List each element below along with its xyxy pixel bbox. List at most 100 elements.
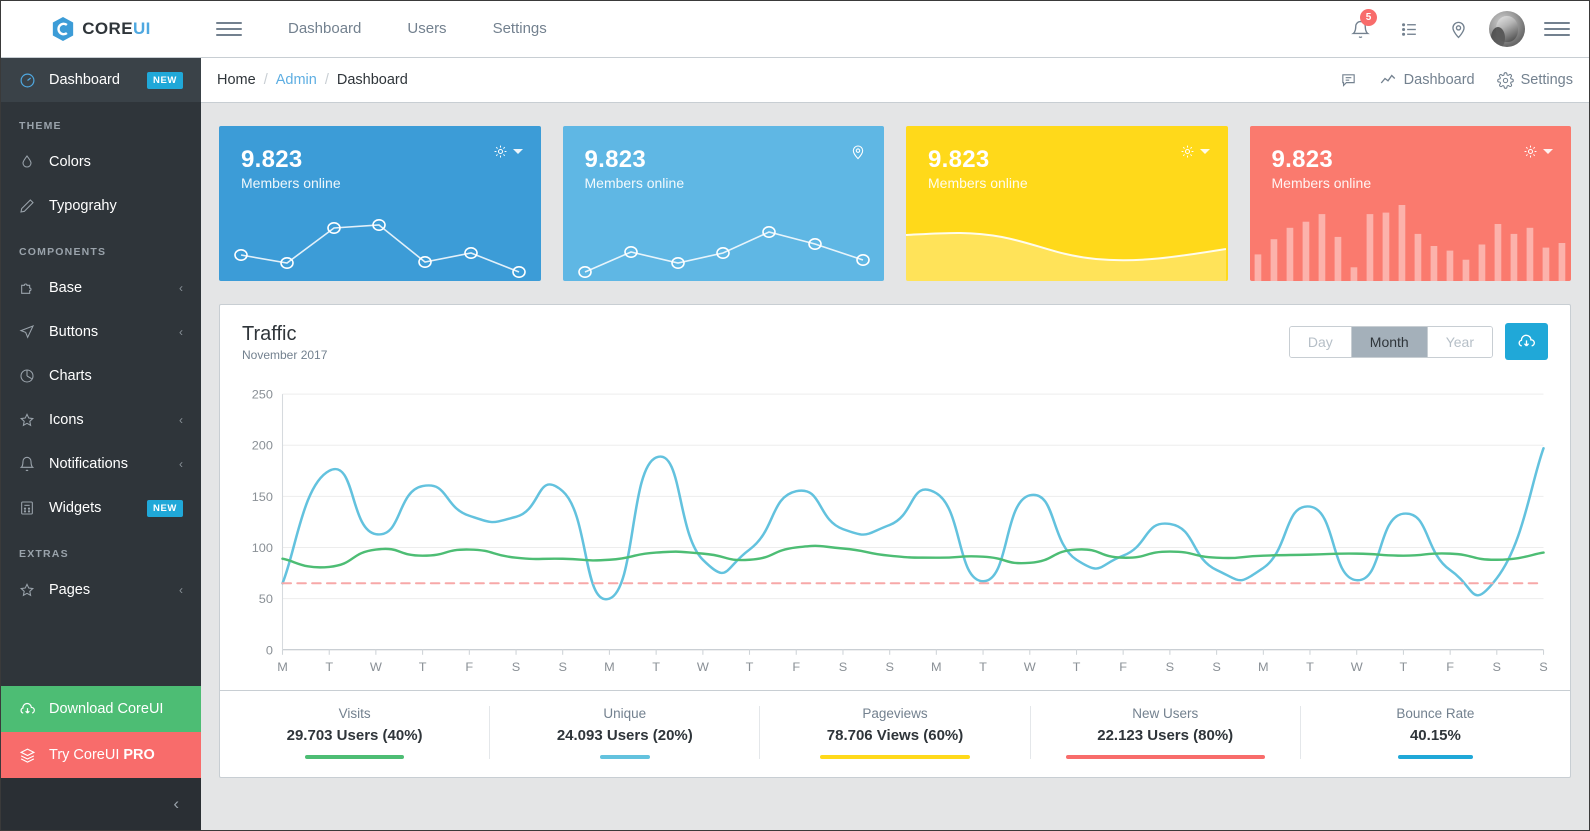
topnav-item-dashboard[interactable]: Dashboard [265, 1, 384, 57]
svg-text:T: T [1073, 660, 1081, 674]
svg-text:T: T [746, 660, 754, 674]
card-settings-dropdown[interactable] [1180, 144, 1210, 159]
card-location-button[interactable] [850, 144, 866, 160]
comment-action-button[interactable] [1340, 72, 1357, 89]
try-coreui-pro-button[interactable]: Try CoreUI PRO [1, 732, 201, 778]
traffic-stat-unique: Unique 24.093 Users (20%) [489, 706, 759, 759]
sidebar-item-charts[interactable]: Charts [1, 354, 201, 398]
chevron-down-icon [1199, 149, 1210, 154]
gear-icon [494, 145, 506, 158]
stat-progress-bar [820, 755, 970, 759]
svg-text:F: F [1119, 660, 1127, 674]
traffic-chart-svg: 0 50 100 150 200 250 M T W T F S S M T W T F S S M T W T F S S M T W T… [252, 388, 1548, 674]
app-root: COREUI Dashboard Users Settings 5 Dashbo… [0, 0, 1590, 831]
location-pin-icon [852, 145, 864, 160]
sidebar-item-colors[interactable]: Colors [1, 140, 201, 184]
sidebar-item-typography[interactable]: Typograhy [1, 184, 201, 228]
stat-value: 9.823 [584, 146, 647, 173]
aside-toggle-button[interactable] [1537, 18, 1577, 40]
sidebar-badge-new: NEW [147, 71, 183, 89]
breadcrumb-actions: Dashboard Settings [1340, 71, 1573, 89]
stat-label: Members online [584, 175, 685, 192]
sidebar-item-pages[interactable]: Pages ‹ [1, 568, 201, 612]
traffic-card: Traffic November 2017 Day Month Year 0 5… [219, 304, 1571, 778]
topnav-item-users[interactable]: Users [384, 1, 469, 57]
sparkline-line-chart [234, 218, 526, 279]
tasks-list-button[interactable] [1385, 1, 1434, 57]
sidebar-nav: Dashboard NEW THEME Colors Typograhy COM… [1, 58, 201, 686]
speedometer-icon [19, 72, 49, 89]
range-button-month[interactable]: Month [1351, 326, 1428, 357]
list-icon [1402, 22, 1416, 36]
svg-text:S: S [558, 660, 566, 674]
svg-text:S: S [1493, 660, 1501, 674]
stat-value: 78.706 Views (60%) [826, 727, 964, 744]
breadcrumb-separator: / [263, 72, 268, 88]
stat-progress-bar [1398, 755, 1473, 759]
pro-label: Try CoreUI [49, 747, 120, 763]
pencil-icon [19, 198, 49, 214]
stat-card-members-online-2: 9.823 Members online [562, 126, 884, 281]
brand-text: COREUI [82, 19, 151, 38]
svg-text:T: T [325, 660, 333, 674]
cursor-icon [19, 324, 49, 340]
download-label: Download CoreUI [49, 701, 164, 717]
svg-text:S: S [1166, 660, 1174, 674]
main-area: Home / Admin / Dashboard Dashboard Setti… [201, 58, 1589, 830]
bell-icon [19, 456, 49, 472]
sidebar-item-buttons[interactable]: Buttons ‹ [1, 310, 201, 354]
range-button-day[interactable]: Day [1289, 326, 1352, 357]
star-icon [19, 582, 49, 598]
svg-text:W: W [1351, 660, 1363, 674]
sidebar-item-icons[interactable]: Icons ‹ [1, 398, 201, 442]
svg-text:F: F [1446, 660, 1454, 674]
range-button-year[interactable]: Year [1427, 326, 1492, 357]
topnav-item-settings[interactable]: Settings [470, 1, 570, 57]
traffic-stat-new-users: New Users 22.123 Users (80%) [1029, 706, 1300, 759]
sidebar-item-dashboard[interactable]: Dashboard NEW [1, 58, 201, 102]
card-settings-dropdown[interactable] [1523, 144, 1553, 159]
svg-text:100: 100 [252, 541, 273, 555]
chevron-down-icon [512, 149, 523, 154]
svg-text:M: M [604, 660, 615, 674]
brand-logo[interactable]: COREUI [1, 1, 201, 57]
download-report-button[interactable] [1505, 323, 1548, 360]
hamburger-icon [216, 18, 242, 40]
svg-text:0: 0 [266, 644, 273, 658]
location-button[interactable] [1434, 1, 1483, 57]
traffic-card-header: Traffic November 2017 Day Month Year [220, 305, 1570, 370]
dashboard-action-label: Dashboard [1403, 72, 1475, 88]
user-avatar[interactable] [1489, 11, 1525, 47]
sidebar-section-components: COMPONENTS [19, 246, 107, 258]
download-coreui-button[interactable]: Download CoreUI [1, 686, 201, 732]
sidebar-item-widgets[interactable]: Widgets NEW [1, 486, 201, 530]
settings-action-button[interactable]: Settings [1496, 71, 1573, 89]
sidebar-item-label: Icons [49, 412, 84, 428]
sidebar-item-notifications[interactable]: Notifications ‹ [1, 442, 201, 486]
sidebar-item-label: Base [49, 280, 83, 296]
chevron-left-icon: ‹ [179, 413, 183, 427]
breadcrumb-item-home[interactable]: Home [217, 72, 256, 88]
gear-icon [1496, 71, 1514, 89]
stat-value: 40.15% [1409, 727, 1461, 744]
sidebar-section-extras: EXTRAS [19, 548, 69, 560]
page-content: 9.823 Members online 9.823 Members onlin… [201, 103, 1589, 778]
notifications-bell-button[interactable]: 5 [1336, 1, 1385, 57]
card-settings-dropdown[interactable] [493, 144, 523, 159]
svg-text:S: S [885, 660, 893, 674]
cloud-download-icon [1518, 334, 1535, 347]
comment-icon [1341, 73, 1355, 87]
sidebar-toggle-button[interactable] [201, 18, 257, 40]
chevron-left-icon: ‹ [179, 457, 183, 471]
sidebar-item-base[interactable]: Base ‹ [1, 266, 201, 310]
svg-text:50: 50 [259, 592, 273, 606]
traffic-stat-visits: Visits 29.703 Users (40%) [220, 706, 489, 759]
sidebar-item-label: Notifications [49, 456, 128, 472]
svg-text:250: 250 [252, 388, 273, 402]
stat-label: Bounce Rate [1396, 706, 1475, 721]
dashboard-action-button[interactable]: Dashboard [1379, 71, 1475, 89]
breadcrumb-item-admin[interactable]: Admin [276, 72, 317, 88]
chevron-left-icon: ‹ [173, 794, 179, 813]
sidebar-minimizer-button[interactable]: ‹ [1, 778, 201, 830]
sparkline-line-chart [577, 225, 870, 279]
